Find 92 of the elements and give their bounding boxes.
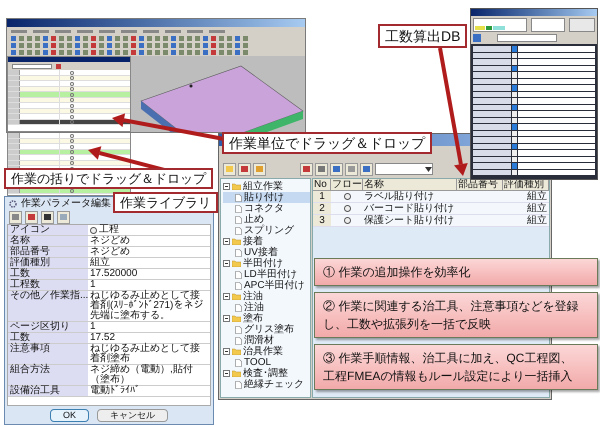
tree-item[interactable]: 塗布	[223, 313, 310, 324]
property-label: その他／作業指...	[8, 291, 88, 321]
property-label: 評価種別	[8, 258, 88, 268]
property-label: ページ区切り	[8, 322, 88, 332]
property-value: ねじゆるみ止めとして接着剤塗布	[89, 344, 201, 364]
tree-item[interactable]: 止め	[223, 214, 310, 225]
folder-icon	[232, 293, 241, 300]
table-cell: 1	[313, 191, 331, 202]
note-text: ② 作業に関連する治工具、注意事項などを登録	[323, 298, 580, 315]
callout-label: 工数算出DB	[378, 24, 468, 48]
collapse-icon[interactable]	[223, 370, 230, 377]
property-value: 1	[89, 322, 97, 332]
tree-item[interactable]: APC半田付け	[223, 280, 310, 291]
tree-item[interactable]: UV接着	[223, 247, 310, 258]
table-cell-text: 組立	[526, 203, 548, 214]
table-header-cell: No	[313, 179, 331, 191]
dropdown-field[interactable]	[375, 163, 433, 175]
property-value: 1	[89, 280, 97, 290]
note-text: 工程FMEAの情報もルール設定により一括挿入	[323, 368, 574, 385]
table-header-cell: フロー	[331, 179, 363, 191]
callout-label: 作業単位でドラッグ＆ドロップ	[222, 132, 432, 154]
property-label: 部品番号	[8, 247, 88, 257]
collapse-icon[interactable]	[223, 183, 230, 190]
circle-icon	[344, 193, 350, 200]
collapse-icon[interactable]	[223, 238, 230, 245]
collapse-icon[interactable]	[223, 315, 230, 322]
property-value: ネジどめ	[89, 247, 131, 257]
property-label: 名称	[8, 236, 88, 246]
collapse-icon[interactable]	[223, 293, 230, 300]
callout-label: 作業ライブラリ	[113, 192, 218, 213]
table-cell-text: 保護シート貼り付け	[363, 215, 455, 226]
property-value: ねじゆるみ止めとして接着剤(ｽﾘｰﾎﾞﾝﾄﾞ271)をネジ先端に塗布する。	[89, 291, 204, 321]
table-cell-text: 組立	[526, 191, 548, 202]
tree-item[interactable]: コネクタ	[223, 203, 310, 214]
folder-icon	[232, 183, 241, 190]
property-value: 17.52	[89, 333, 116, 343]
table-header-cell: 名称	[363, 179, 457, 191]
property-value: 工程	[99, 225, 119, 235]
ok-button[interactable]: OK	[50, 408, 89, 422]
document-icon	[235, 380, 242, 388]
tree-item[interactable]: 治具作業	[223, 346, 310, 357]
caret-icon	[425, 166, 432, 172]
folder-icon	[232, 315, 241, 322]
property-label: 工数	[8, 333, 88, 343]
table-cell-text: 組立	[526, 215, 548, 226]
document-icon	[235, 358, 242, 366]
table-cell-text: ラベル貼り付け	[363, 191, 435, 202]
note-text: し、工数や拡張列を一括で反映	[323, 316, 492, 333]
folder-icon	[232, 238, 241, 245]
property-value: 17.520000	[89, 269, 138, 279]
tree-item[interactable]: 注油	[223, 291, 310, 302]
tree-item[interactable]: TOOL	[223, 357, 310, 368]
property-label: 工程数	[8, 280, 88, 290]
circle-icon	[344, 205, 350, 212]
property-value: 電動ﾄﾞﾗｲﾊﾞ	[89, 386, 141, 396]
tree-item[interactable]: 潤滑材	[223, 335, 310, 346]
folder-icon	[232, 348, 241, 355]
property-label: 設備治工具	[8, 386, 88, 396]
table-cell-text: バーコード貼り付け	[363, 203, 455, 214]
folder-icon	[232, 260, 241, 267]
tree-item[interactable]: 接着	[223, 236, 310, 247]
property-value: ネジどめ	[89, 236, 131, 246]
callout-label: 作業の括りでドラッグ＆ドロップ	[4, 168, 213, 189]
table-cell: 2	[313, 203, 331, 214]
note-text: ③ 作業手順情報、治工具に加え、QC工程図、	[323, 350, 574, 367]
property-label: 工数	[8, 269, 88, 279]
folder-icon	[232, 370, 241, 377]
tree-item[interactable]: 組立作業	[223, 181, 310, 192]
collapse-icon[interactable]	[223, 260, 230, 267]
property-label: アイコン	[8, 225, 88, 235]
property-label: 注意事項	[8, 344, 88, 364]
document-icon	[235, 304, 242, 312]
tree-item[interactable]: グリス塗布	[223, 324, 310, 335]
toolbar-button[interactable]	[41, 210, 54, 224]
circle-icon	[90, 226, 97, 234]
dialog-title: 作業パラメータ編集	[21, 198, 111, 208]
property-value: 組立	[89, 258, 111, 268]
tree-item[interactable]: 貼り付け	[223, 192, 310, 203]
document-icon	[235, 248, 242, 256]
note-text: ① 作業の追加操作を効率化	[323, 264, 472, 281]
circle-icon	[344, 217, 350, 224]
table-cell: 3	[313, 215, 331, 226]
property-label: 組合方法	[8, 365, 88, 385]
tree-item[interactable]: 注油	[223, 302, 310, 313]
tree-item[interactable]: 半田付け	[223, 258, 310, 269]
property-value: ネジ締め（電動）,貼付（塗布）	[89, 365, 194, 385]
collapse-icon[interactable]	[223, 348, 230, 355]
tree-item[interactable]: 絶縁チェック	[223, 379, 310, 390]
cancel-button[interactable]: キャンセル	[97, 408, 168, 422]
tree-item[interactable]: スプリング	[223, 225, 310, 236]
tree-item[interactable]: LD半田付け	[223, 269, 310, 280]
tree-item[interactable]: 検査･調整	[223, 368, 310, 379]
